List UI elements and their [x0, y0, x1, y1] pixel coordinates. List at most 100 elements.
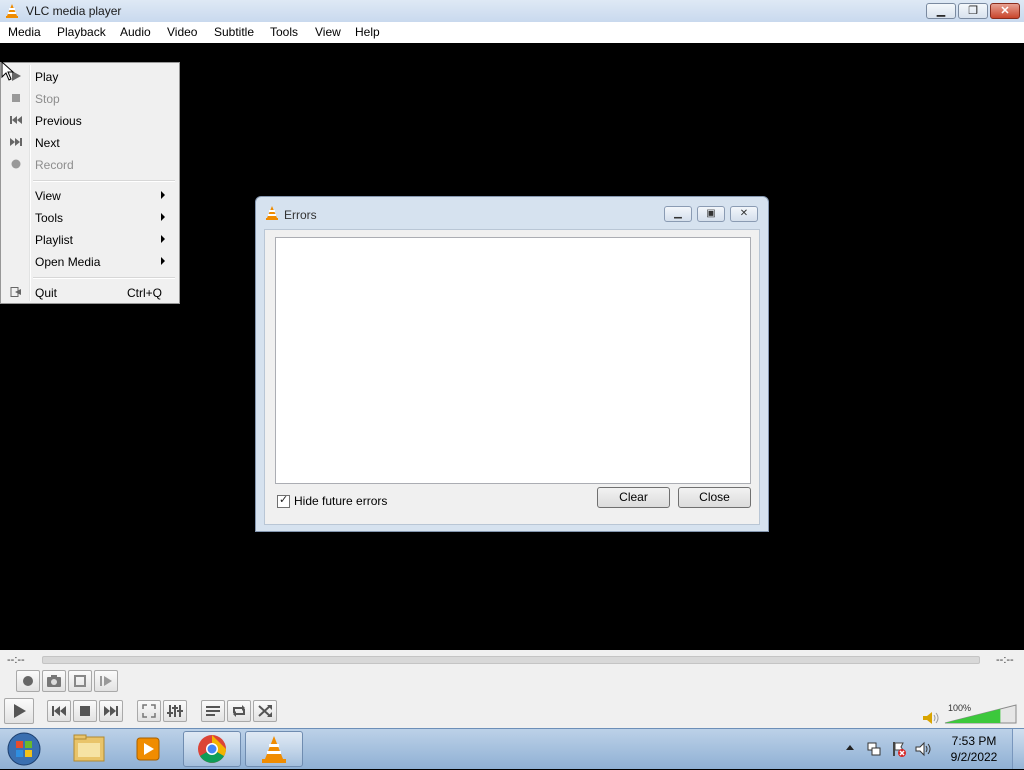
- minimize-icon: ▁: [674, 208, 682, 219]
- next-button[interactable]: [99, 700, 123, 722]
- vlc-cone-icon: [6, 4, 18, 18]
- menu-item-tools[interactable]: Tools: [3, 207, 177, 227]
- volume-slider[interactable]: [944, 704, 1019, 724]
- menu-item-label: Record: [35, 158, 74, 172]
- equalizer-icon: [167, 705, 183, 717]
- loop-icon: [233, 705, 245, 717]
- submenu-arrow-icon: [161, 191, 165, 199]
- show-hidden-icons-icon[interactable]: [845, 743, 855, 753]
- network-icon[interactable]: [866, 741, 882, 757]
- menu-item-shortcut: Ctrl+Q: [127, 286, 163, 300]
- seek-bar[interactable]: [42, 656, 980, 664]
- menu-help[interactable]: Help: [355, 25, 380, 39]
- fullscreen-button[interactable]: [137, 700, 161, 722]
- close-button[interactable]: Close: [678, 487, 751, 508]
- error-log-area[interactable]: [275, 237, 751, 484]
- play-icon: [14, 704, 26, 718]
- vlc-cone-icon: [266, 206, 278, 220]
- record-button[interactable]: [16, 670, 40, 692]
- record-icon: [11, 159, 21, 169]
- menu-item-label: Quit: [35, 286, 58, 300]
- menu-item-label: Playlist: [35, 233, 74, 247]
- play-button[interactable]: [4, 698, 34, 724]
- remaining-time: --:--: [996, 654, 1014, 666]
- menu-item-open-media[interactable]: Open Media: [3, 251, 177, 271]
- snapshot-button[interactable]: [42, 670, 66, 692]
- taskbar-chrome[interactable]: [183, 731, 241, 767]
- menu-item-previous[interactable]: Previous: [3, 110, 177, 130]
- title-bar: VLC media player ▁ ❐ ✕: [0, 0, 1024, 23]
- taskbar-media-player[interactable]: [120, 731, 178, 767]
- dialog-close-button[interactable]: ✕: [730, 206, 758, 222]
- stop-button[interactable]: [73, 700, 97, 722]
- menu-item-label: Play: [35, 70, 59, 84]
- folder-icon: [73, 734, 105, 762]
- system-clock[interactable]: 7:53 PM 9/2/2022: [940, 733, 1008, 765]
- tray-volume-icon[interactable]: [914, 741, 932, 757]
- menu-subtitle[interactable]: Subtitle: [214, 25, 254, 39]
- camera-icon: [47, 675, 61, 687]
- shuffle-button[interactable]: [253, 700, 277, 722]
- menu-tools[interactable]: Tools: [270, 25, 298, 39]
- show-desktop-button[interactable]: [1012, 729, 1024, 769]
- menu-view[interactable]: View: [315, 25, 341, 39]
- dialog-minimize-button[interactable]: ▁: [664, 206, 692, 222]
- playlist-icon: [206, 706, 220, 716]
- previous-icon: [10, 116, 22, 124]
- action-center-flag-icon[interactable]: [890, 741, 906, 757]
- loop-ab-button[interactable]: [68, 670, 92, 692]
- stop-icon: [12, 94, 20, 102]
- clock-date: 9/2/2022: [950, 750, 998, 764]
- restore-icon: ▣: [706, 208, 716, 219]
- mouse-cursor-icon: [1, 61, 15, 81]
- extended-settings-button[interactable]: [163, 700, 187, 722]
- shuffle-icon: [258, 705, 272, 717]
- speaker-icon[interactable]: [922, 711, 940, 725]
- restore-icon: ❐: [968, 5, 978, 17]
- dialog-body: Hide future errors Clear Close: [264, 229, 760, 525]
- menu-item-next[interactable]: Next: [3, 132, 177, 152]
- close-icon: ✕: [739, 208, 749, 219]
- menu-item-quit[interactable]: Quit Ctrl+Q: [3, 282, 177, 302]
- clear-button[interactable]: Clear: [597, 487, 670, 508]
- menu-video[interactable]: Video: [167, 25, 197, 39]
- menu-item-stop[interactable]: Stop: [3, 88, 177, 108]
- close-window-button[interactable]: ✕: [990, 3, 1020, 19]
- playlist-button[interactable]: [201, 700, 225, 722]
- menu-item-label: View: [35, 189, 61, 203]
- menu-item-record[interactable]: Record: [3, 154, 177, 174]
- hide-future-errors-checkbox[interactable]: [277, 493, 290, 508]
- frame-by-frame-button[interactable]: [94, 670, 118, 692]
- player-controls: --:-- --:--: [0, 650, 1024, 728]
- taskbar-vlc[interactable]: [245, 731, 303, 767]
- windows-start-icon: [7, 732, 41, 766]
- previous-button[interactable]: [47, 700, 71, 722]
- media-player-icon: [136, 737, 160, 761]
- menu-item-label: Next: [35, 136, 60, 150]
- vlc-cone-icon: [262, 736, 286, 763]
- menu-item-label: Previous: [35, 114, 82, 128]
- menu-audio[interactable]: Audio: [120, 25, 151, 39]
- loop-button[interactable]: [227, 700, 251, 722]
- menu-item-label: Open Media: [35, 255, 101, 269]
- menu-media[interactable]: Media: [8, 25, 41, 39]
- dialog-title: Errors: [284, 208, 317, 222]
- taskbar: 7:53 PM 9/2/2022: [0, 728, 1024, 769]
- clock-time: 7:53 PM: [951, 734, 997, 748]
- menu-separator: [33, 180, 175, 182]
- minimize-button[interactable]: ▁: [926, 3, 956, 19]
- restore-button[interactable]: ❐: [958, 3, 988, 19]
- context-menu: Play Stop Previous Next Record View Tool…: [0, 62, 180, 304]
- start-button[interactable]: [4, 731, 52, 767]
- menu-item-play[interactable]: Play: [3, 66, 177, 86]
- quit-icon: [10, 287, 21, 297]
- chrome-icon: [198, 735, 226, 763]
- menu-item-playlist[interactable]: Playlist: [3, 229, 177, 249]
- taskbar-file-explorer[interactable]: [60, 731, 118, 767]
- hide-future-errors-label[interactable]: Hide future errors: [294, 494, 387, 508]
- next-icon: [104, 706, 118, 716]
- menu-playback[interactable]: Playback: [57, 25, 106, 39]
- menu-item-view[interactable]: View: [3, 185, 177, 205]
- menu-separator: [33, 277, 175, 279]
- dialog-restore-button[interactable]: ▣: [697, 206, 725, 222]
